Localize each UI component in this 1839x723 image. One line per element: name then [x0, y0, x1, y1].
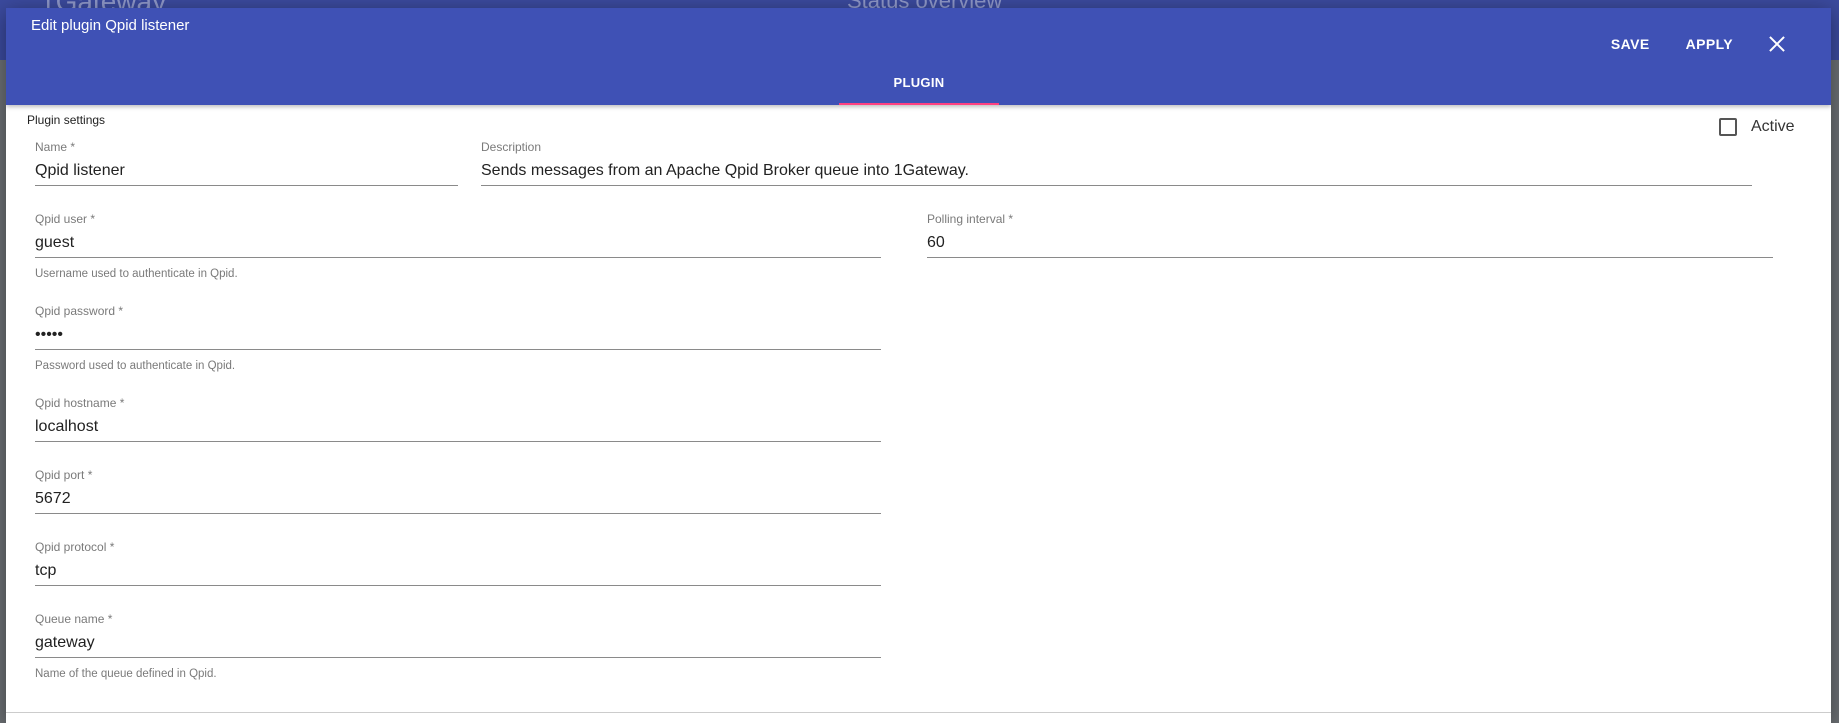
qpid-port-input[interactable]: 5672 — [35, 486, 881, 514]
qpid-hostname-input[interactable]: localhost — [35, 414, 881, 442]
active-checkbox-control[interactable]: Active — [1719, 118, 1795, 136]
qpid-password-label: Qpid password * — [35, 304, 124, 318]
queue-name-field: Queue name * gateway Name of the queue d… — [35, 612, 881, 680]
save-button[interactable]: SAVE — [1601, 28, 1660, 60]
qpid-user-label: Qpid user * — [35, 212, 96, 226]
name-field: Name * Qpid listener — [35, 140, 458, 186]
qpid-port-label: Qpid port * — [35, 468, 93, 482]
description-label: Description — [481, 140, 542, 154]
section-label: Plugin settings — [27, 113, 106, 127]
qpid-password-hint: Password used to authenticate in Qpid. — [35, 360, 236, 372]
qpid-protocol-input[interactable]: tcp — [35, 558, 881, 586]
queue-name-input[interactable]: gateway — [35, 630, 881, 658]
qpid-hostname-field: Qpid hostname * localhost — [35, 396, 881, 442]
qpid-port-field: Qpid port * 5672 — [35, 468, 881, 514]
description-input[interactable]: Sends messages from an Apache Qpid Broke… — [481, 158, 1752, 186]
queue-name-label: Queue name * — [35, 612, 113, 626]
qpid-hostname-label: Qpid hostname * — [35, 396, 125, 410]
qpid-password-field: Qpid password * ••••• Password used to a… — [35, 304, 881, 372]
qpid-protocol-field: Qpid protocol * tcp — [35, 540, 881, 586]
polling-interval-label: Polling interval * — [927, 212, 1014, 226]
edit-plugin-dialog: Edit plugin Qpid listener SAVE APPLY PLU… — [6, 8, 1831, 723]
queue-name-hint: Name of the queue defined in Qpid. — [35, 668, 217, 680]
qpid-user-input[interactable]: guest — [35, 230, 881, 258]
polling-interval-input[interactable]: 60 — [927, 230, 1773, 258]
active-label: Active — [1751, 118, 1795, 135]
name-label: Name * — [35, 140, 76, 154]
qpid-protocol-label: Qpid protocol * — [35, 540, 115, 554]
close-icon[interactable] — [1763, 30, 1791, 58]
active-checkbox[interactable] — [1719, 118, 1737, 136]
name-input[interactable]: Qpid listener — [35, 158, 458, 186]
qpid-password-input[interactable]: ••••• — [35, 322, 881, 350]
description-field: Description Sends messages from an Apach… — [481, 140, 1752, 186]
qpid-user-field: Qpid user * guest Username used to authe… — [35, 212, 881, 280]
divider — [6, 712, 1831, 713]
qpid-user-hint: Username used to authenticate in Qpid. — [35, 268, 238, 280]
polling-interval-field: Polling interval * 60 — [927, 212, 1773, 258]
tab-active-indicator — [839, 103, 999, 105]
dialog-actions: SAVE APPLY — [1585, 28, 1791, 60]
tab-plugin[interactable]: PLUGIN — [839, 68, 999, 105]
dialog-title: Edit plugin Qpid listener — [31, 17, 190, 34]
apply-button[interactable]: APPLY — [1676, 28, 1743, 60]
dialog-header: Edit plugin Qpid listener SAVE APPLY PLU… — [6, 8, 1831, 105]
